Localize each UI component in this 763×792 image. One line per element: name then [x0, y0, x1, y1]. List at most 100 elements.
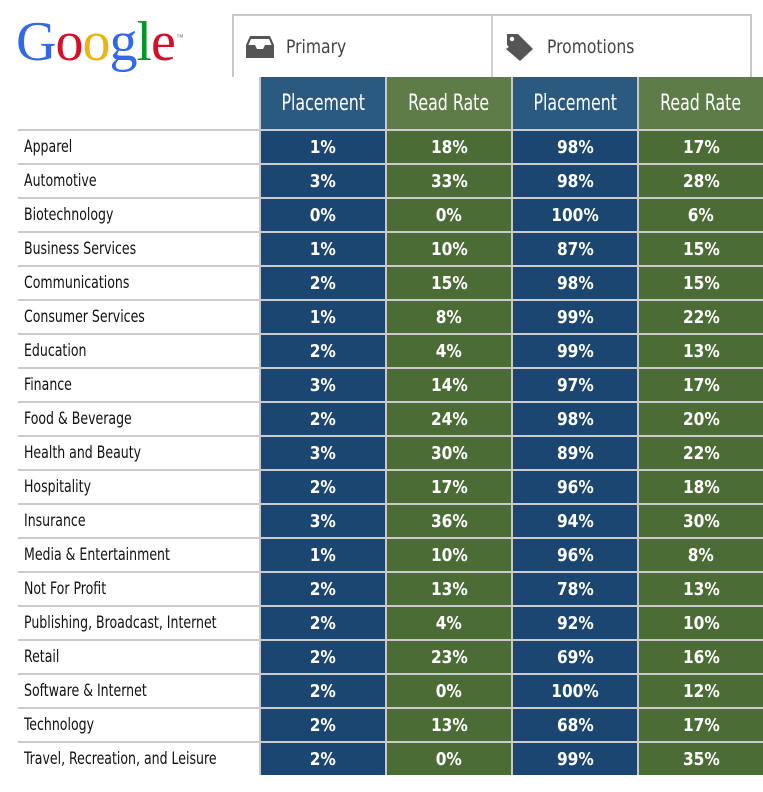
cell-value: 2%: [309, 578, 337, 600]
cell-promotions-read-rate: 6%: [637, 197, 763, 232]
logo-letter: o: [82, 11, 110, 73]
tab-primary: Primary: [234, 16, 491, 77]
cell-value: 2%: [309, 612, 337, 634]
industry-label: Software & Internet: [18, 673, 260, 708]
cell-value: 0%: [309, 204, 337, 226]
cell-primary-read-rate: 24%: [385, 401, 512, 436]
cell-promotions-read-rate: 13%: [637, 571, 763, 606]
table-row: Consumer Services 1% 8% 99% 22%: [18, 299, 763, 334]
table-row: Travel, Recreation, and Leisure 2% 0% 99% 35…: [18, 741, 763, 775]
industry-label: Publishing, Broadcast, Internet: [18, 605, 260, 640]
cell-value: 98%: [556, 170, 594, 192]
table-row: Food & Beverage 2% 24% 98% 20%: [18, 401, 763, 436]
logo-letter: g: [109, 11, 137, 73]
cell-value: 18%: [682, 476, 720, 498]
industry-label: Technology: [18, 707, 260, 742]
cell-promotions-placement: 69%: [510, 639, 639, 674]
cell-primary-placement: 2%: [258, 639, 387, 674]
cell-value: 4%: [435, 612, 463, 634]
cell-primary-placement: 2%: [258, 741, 387, 775]
cell-value: 0%: [435, 748, 463, 770]
cell-primary-read-rate: 10%: [385, 231, 512, 266]
logo-letter: l: [136, 11, 152, 73]
cell-value: 22%: [682, 306, 720, 328]
cell-primary-read-rate: 8%: [385, 299, 512, 334]
cell-promotions-placement: 100%: [510, 673, 639, 708]
cell-primary-placement: 2%: [258, 469, 387, 504]
cell-value: 2%: [309, 340, 337, 362]
industry-label-text: Business Services: [24, 239, 137, 259]
cell-value: 68%: [556, 714, 594, 736]
cell-value: 30%: [682, 510, 720, 532]
industry-label-text: Food & Beverage: [24, 409, 132, 429]
cell-value: 28%: [682, 170, 720, 192]
cell-value: 8%: [688, 544, 715, 566]
cell-primary-read-rate: 36%: [385, 503, 512, 538]
industry-label: Hospitality: [18, 469, 260, 504]
table-row: Retail 2% 23% 69% 16%: [18, 639, 763, 674]
col-header-primary-read-rate: Read Rate: [385, 77, 512, 130]
cell-primary-read-rate: 4%: [385, 333, 512, 368]
cell-promotions-read-rate: 22%: [637, 435, 763, 470]
cell-value: 100%: [551, 680, 599, 702]
cell-value: 15%: [430, 272, 468, 294]
cell-value: 99%: [556, 306, 594, 328]
table-row: Automotive 3% 33% 98% 28%: [18, 163, 763, 198]
cell-value: 30%: [430, 442, 468, 464]
cell-promotions-placement: 92%: [510, 605, 639, 640]
cell-promotions-read-rate: 8%: [637, 537, 763, 572]
cell-value: 2%: [309, 748, 337, 770]
industry-label-text: Publishing, Broadcast, Internet: [24, 613, 217, 633]
table-row: Publishing, Broadcast, Internet 2% 4% 92% 10…: [18, 605, 763, 640]
cell-value: 6%: [688, 204, 715, 226]
cell-promotions-placement: 87%: [510, 231, 639, 266]
cell-value: 15%: [682, 238, 720, 260]
cell-value: 36%: [430, 510, 468, 532]
industry-label-text: Automotive: [24, 171, 97, 191]
industry-label: Automotive: [18, 163, 260, 198]
cell-primary-read-rate: 10%: [385, 537, 512, 572]
cell-promotions-read-rate: 18%: [637, 469, 763, 504]
col-header-promotions-read-rate: Read Rate: [637, 77, 763, 130]
cell-promotions-placement: 98%: [510, 129, 639, 164]
cell-value: 92%: [556, 612, 594, 634]
industry-label: Education: [18, 333, 260, 368]
cell-primary-placement: 1%: [258, 231, 387, 266]
industry-label-text: Hospitality: [24, 477, 91, 497]
cell-value: 10%: [430, 238, 468, 260]
cell-value: 89%: [556, 442, 594, 464]
cell-value: 4%: [435, 340, 463, 362]
cell-primary-read-rate: 13%: [385, 571, 512, 606]
cell-value: 1%: [309, 544, 337, 566]
cell-promotions-placement: 99%: [510, 333, 639, 368]
table-row: Finance 3% 14% 97% 17%: [18, 367, 763, 402]
cell-promotions-placement: 89%: [510, 435, 639, 470]
cell-value: 12%: [682, 680, 720, 702]
cell-value: 96%: [556, 476, 594, 498]
cell-value: 22%: [682, 442, 720, 464]
industry-label-text: Finance: [24, 375, 72, 395]
cell-value: 2%: [309, 646, 337, 668]
cell-value: 2%: [309, 272, 337, 294]
table-row: Communications 2% 15% 98% 15%: [18, 265, 763, 300]
cell-promotions-placement: 100%: [510, 197, 639, 232]
table-row: Hospitality 2% 17% 96% 18%: [18, 469, 763, 504]
industry-label: Insurance: [18, 503, 260, 538]
cell-primary-placement: 3%: [258, 367, 387, 402]
cell-value: 17%: [682, 374, 720, 396]
cell-value: 20%: [682, 408, 720, 430]
industry-label: Biotechnology: [18, 197, 260, 232]
industry-label: Health and Beauty: [18, 435, 260, 470]
industry-label: Finance: [18, 367, 260, 402]
cell-value: 1%: [309, 306, 337, 328]
tab-promotions-label: Promotions: [547, 35, 635, 58]
cell-primary-read-rate: 0%: [385, 673, 512, 708]
cell-value: 13%: [682, 578, 720, 600]
industry-label-text: Education: [24, 341, 87, 361]
industry-label: Business Services: [18, 231, 260, 266]
cell-primary-read-rate: 18%: [385, 129, 512, 164]
cell-value: 14%: [430, 374, 468, 396]
cell-promotions-placement: 98%: [510, 265, 639, 300]
table-row: Technology 2% 13% 68% 17%: [18, 707, 763, 742]
cell-value: 10%: [682, 612, 720, 634]
